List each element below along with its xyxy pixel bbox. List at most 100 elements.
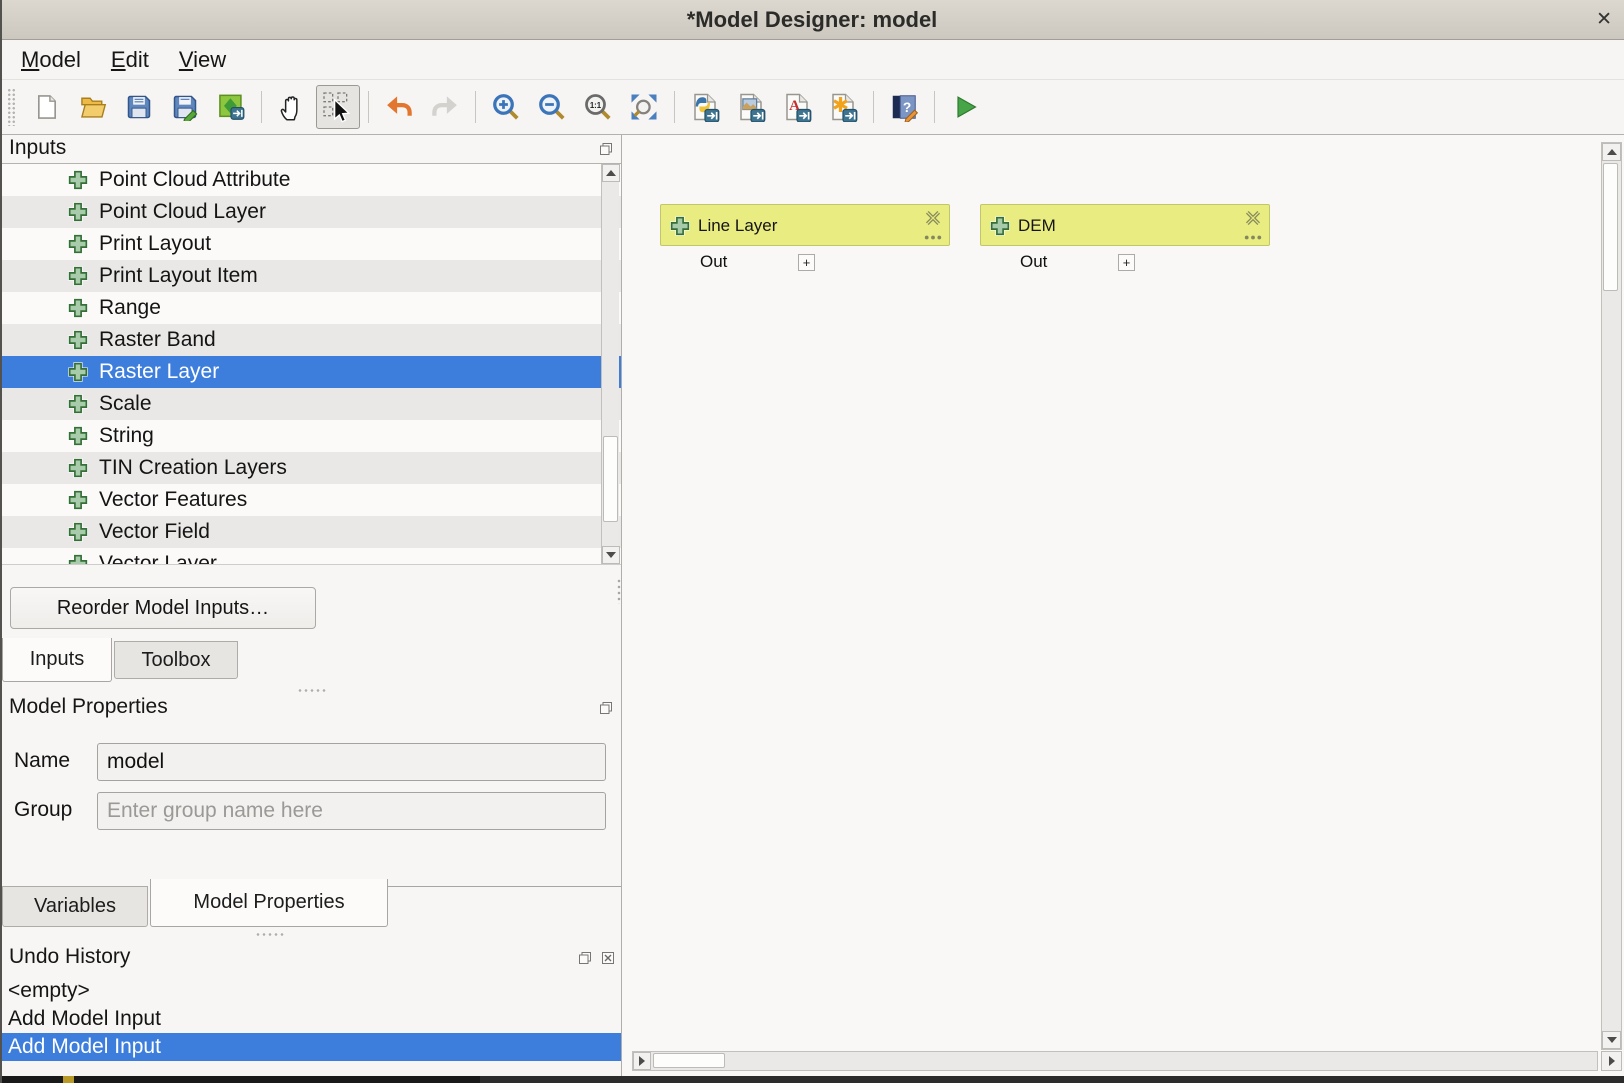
node-sockets: Out + <box>980 252 1270 278</box>
model-name-input[interactable] <box>97 743 606 781</box>
window-title: *Model Designer: model <box>0 0 1624 40</box>
inputs-list-scrollbar[interactable] <box>601 164 619 564</box>
group-label: Group <box>14 798 72 822</box>
undo-history-item[interactable]: Add Model Input <box>0 1005 621 1033</box>
reorder-model-inputs-button[interactable]: Reorder Model Inputs… <box>10 587 316 629</box>
scroll-up-button[interactable] <box>1602 143 1621 161</box>
list-item[interactable]: Vector Field <box>0 516 621 548</box>
list-item-partial[interactable]: Vector Layer <box>0 548 621 565</box>
scroll-up-button[interactable] <box>602 164 620 182</box>
undo-history-dock-title: Undo History <box>9 945 130 969</box>
model-properties-float-button[interactable] <box>598 700 614 716</box>
splitter-handle[interactable] <box>255 932 285 937</box>
run-model-button[interactable] <box>943 85 987 129</box>
list-item[interactable]: TIN Creation Layers <box>0 452 621 484</box>
select-move-item-tool-button[interactable] <box>316 85 360 129</box>
menubar: Model Edit View <box>2 41 1624 80</box>
list-item[interactable]: Print Layout Item <box>0 260 621 292</box>
toolbar-grip[interactable] <box>7 88 16 126</box>
toolbar-separator <box>475 91 476 123</box>
inputs-float-button[interactable] <box>598 141 614 157</box>
undo-icon <box>384 94 414 120</box>
menu-view[interactable]: View <box>164 43 241 77</box>
scroll-down-button[interactable] <box>602 546 620 564</box>
list-item[interactable]: String <box>0 420 621 452</box>
titlebar[interactable]: *Model Designer: model ✕ <box>0 0 1624 40</box>
model-canvas[interactable]: Line Layer Out + DEM Out + <box>621 135 1624 1076</box>
zoom-full-button[interactable] <box>622 85 666 129</box>
save-model-button[interactable] <box>117 85 161 129</box>
list-item[interactable]: Range <box>0 292 621 324</box>
save-model-in-project-button[interactable] <box>209 85 253 129</box>
tab-toolbox[interactable]: Toolbox <box>114 641 238 679</box>
node-expand-button[interactable]: + <box>1118 254 1135 271</box>
list-item[interactable]: Raster Band <box>0 324 621 356</box>
zoom-actual-button[interactable]: 1:1 <box>576 85 620 129</box>
node-box[interactable]: Line Layer <box>660 204 950 246</box>
node-label: Line Layer <box>698 205 777 247</box>
canvas-vertical-scrollbar[interactable] <box>1601 142 1622 1050</box>
export-svg-icon <box>828 92 858 122</box>
node-out-label: Out <box>700 252 727 272</box>
toolbar-separator <box>873 91 874 123</box>
splitter-handle[interactable] <box>297 688 327 693</box>
save-icon <box>125 93 153 121</box>
tab-inputs[interactable]: Inputs <box>2 638 112 682</box>
add-input-icon <box>68 458 88 478</box>
node-delete-icon[interactable] <box>1245 210 1261 226</box>
open-model-button[interactable] <box>71 85 115 129</box>
model-group-input[interactable] <box>97 792 606 830</box>
undo-history-item-selected[interactable]: Add Model Input <box>0 1033 621 1061</box>
export-python-icon <box>690 92 720 122</box>
tab-variables[interactable]: Variables <box>2 886 148 927</box>
node-line-layer[interactable]: Line Layer Out + <box>660 204 950 278</box>
scrollbar-thumb[interactable] <box>653 1053 725 1068</box>
edit-model-help-button[interactable]: ? <box>882 85 926 129</box>
node-delete-icon[interactable] <box>925 210 941 226</box>
scroll-right-button[interactable] <box>633 1052 651 1070</box>
scrollbar-thumb[interactable] <box>1603 163 1618 291</box>
new-model-button[interactable] <box>25 85 69 129</box>
pan-tool-button[interactable] <box>270 85 314 129</box>
tab-model-properties[interactable]: Model Properties <box>150 879 388 927</box>
node-dem[interactable]: DEM Out + <box>980 204 1270 278</box>
undo-button[interactable] <box>377 85 421 129</box>
menu-edit[interactable]: Edit <box>96 43 164 77</box>
list-item[interactable]: Point Cloud Layer <box>0 196 621 228</box>
scroll-right-corner-button[interactable] <box>1601 1051 1622 1071</box>
save-model-as-button[interactable] <box>163 85 207 129</box>
scrollbar-thumb[interactable] <box>603 436 618 522</box>
window-close-button[interactable]: ✕ <box>1596 0 1612 40</box>
undo-history-close-button[interactable] <box>600 950 616 966</box>
inputs-dock-header: Inputs <box>0 136 621 164</box>
list-item[interactable]: Point Cloud Attribute <box>0 164 621 196</box>
node-expand-button[interactable]: + <box>798 254 815 271</box>
tabbar-line <box>388 886 621 887</box>
export-as-image-button[interactable] <box>729 85 773 129</box>
node-box[interactable]: DEM <box>980 204 1270 246</box>
add-input-icon <box>68 298 88 318</box>
save-in-project-icon <box>217 93 245 121</box>
add-input-icon <box>68 426 88 446</box>
list-item[interactable]: Vector Features <box>0 484 621 516</box>
list-item-selected[interactable]: Raster Layer <box>0 356 621 388</box>
zoom-in-button[interactable] <box>484 85 528 129</box>
list-item[interactable]: Print Layout <box>0 228 621 260</box>
export-as-pdf-button[interactable]: A <box>775 85 819 129</box>
inputs-dock-title: Inputs <box>9 136 66 160</box>
node-dots-icon[interactable] <box>924 234 942 241</box>
canvas-horizontal-scrollbar[interactable] <box>632 1051 1598 1071</box>
zoom-out-button[interactable] <box>530 85 574 129</box>
export-as-svg-button[interactable] <box>821 85 865 129</box>
export-as-python-button[interactable] <box>683 85 727 129</box>
panel-splitter-handle[interactable] <box>616 578 622 604</box>
undo-history-item[interactable]: <empty> <box>0 977 621 1005</box>
menu-model[interactable]: Model <box>6 43 96 77</box>
undo-history-float-button[interactable] <box>577 950 593 966</box>
redo-button[interactable] <box>423 85 467 129</box>
list-item[interactable]: Scale <box>0 388 621 420</box>
scroll-down-button[interactable] <box>1602 1031 1621 1049</box>
input-plus-icon <box>670 216 690 236</box>
node-dots-icon[interactable] <box>1244 234 1262 241</box>
zoom-actual-icon: 1:1 <box>583 92 613 122</box>
